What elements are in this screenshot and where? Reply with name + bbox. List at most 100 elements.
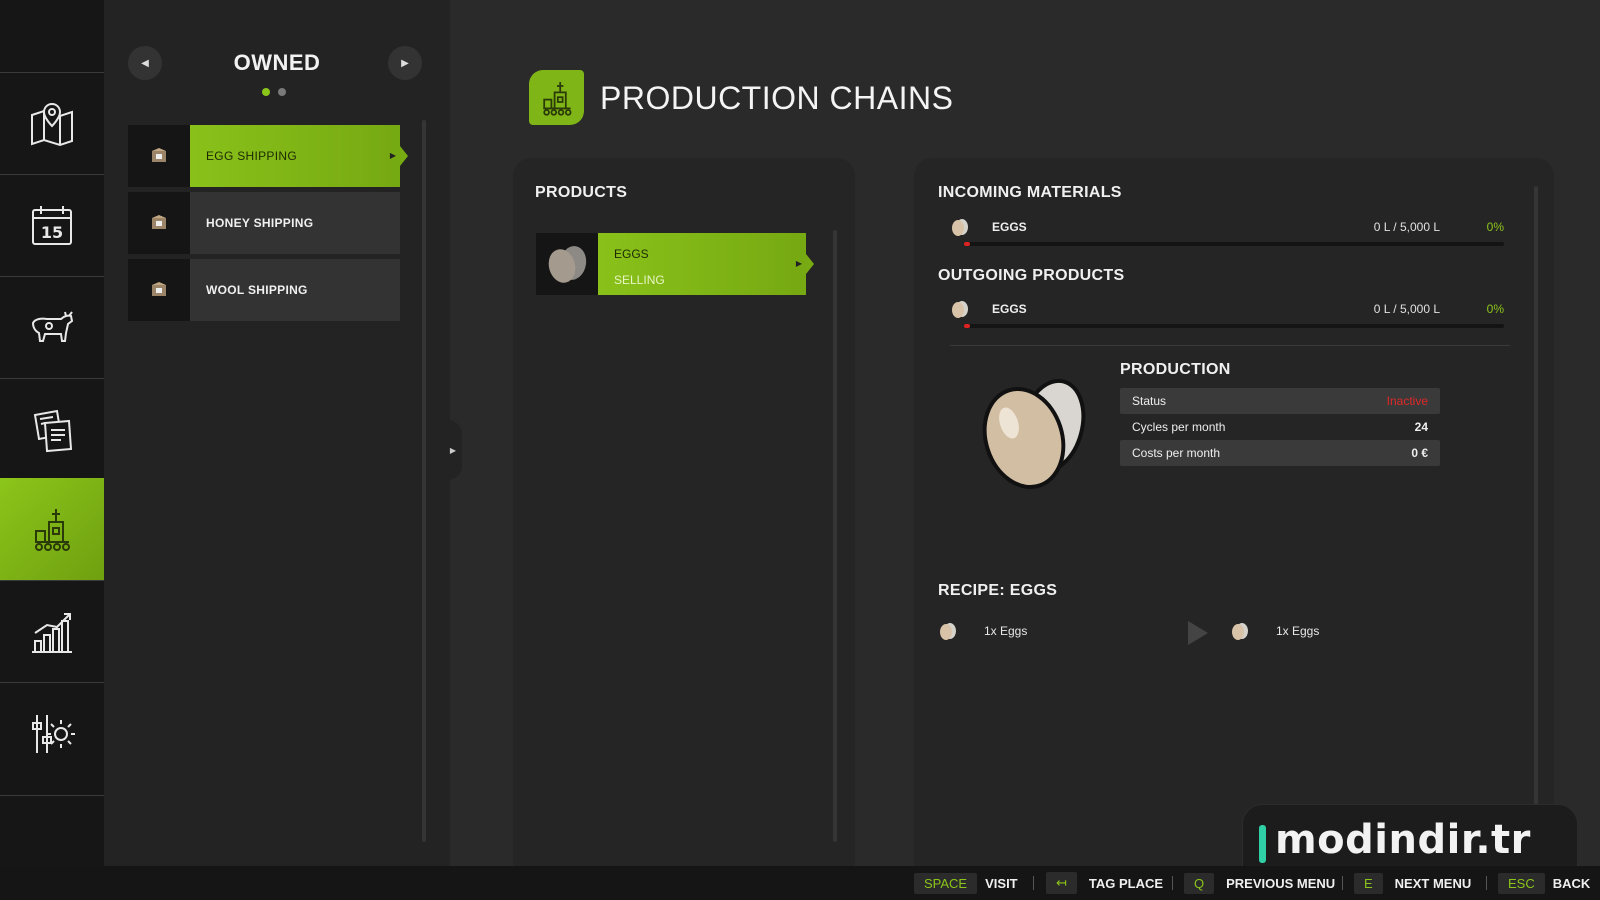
cow-icon xyxy=(31,310,74,342)
stat-row-status: Status Inactive xyxy=(1120,388,1440,414)
arrow-right-icon: ▶ xyxy=(795,259,802,268)
nav-settings[interactable] xyxy=(0,682,104,784)
nav-map[interactable] xyxy=(0,72,104,174)
fill-level xyxy=(964,242,971,246)
documents-icon xyxy=(33,409,73,452)
list-item-wool-shipping[interactable]: WOOL SHIPPING xyxy=(128,259,400,321)
eggs-large-icon xyxy=(982,378,1086,489)
product-name: EGGS xyxy=(614,247,649,261)
list-item-label: HONEY SHIPPING xyxy=(206,216,314,230)
hint-next-menu[interactable]: E NEXT MENU xyxy=(1354,872,1471,894)
nav-statistics[interactable] xyxy=(0,580,104,682)
hint-tag-place[interactable]: ↤ TAG PLACE xyxy=(1046,872,1163,894)
input-hints-bar: SPACE VISIT ↤ TAG PLACE Q PREVIOUS MENU … xyxy=(0,866,1600,900)
key-label: SPACE xyxy=(914,872,978,894)
arrow-right-icon: ▶ xyxy=(401,57,409,69)
egg-icon xyxy=(952,301,968,318)
factory-conveyor-icon xyxy=(542,81,571,116)
factory-conveyor-icon xyxy=(35,509,70,551)
production-chains-badge xyxy=(529,70,584,125)
arrow-right-icon: ▶ xyxy=(449,445,457,455)
product-name: EGGS xyxy=(992,302,1027,316)
collapse-panel-button[interactable]: ▶ xyxy=(444,420,462,480)
rail-divider xyxy=(0,795,104,796)
product-status: SELLING xyxy=(614,273,665,287)
production-heading: PRODUCTION xyxy=(1120,361,1231,378)
page-indicator xyxy=(262,88,286,96)
fill-level xyxy=(964,324,971,328)
product-thumbnail xyxy=(536,233,598,295)
product-amount: 0 L / 5,000 L xyxy=(1373,302,1440,316)
products-panel: PRODUCTS EGGS SELLING ▶ xyxy=(513,158,855,866)
product-percent: 0% xyxy=(1486,302,1504,316)
material-percent: 0% xyxy=(1486,220,1504,234)
products-scrollbar[interactable] xyxy=(833,230,837,842)
key-label: ESC xyxy=(1498,872,1545,894)
nav-calendar[interactable]: 15 xyxy=(0,174,104,276)
next-page-button[interactable]: ▶ xyxy=(388,46,422,80)
material-name: EGGS xyxy=(992,220,1027,234)
side-navigation: 15 xyxy=(0,0,113,866)
status-value: Inactive xyxy=(1386,394,1428,408)
products-heading: PRODUCTS xyxy=(535,184,628,201)
owned-scrollbar[interactable] xyxy=(422,120,426,842)
incoming-materials-heading: INCOMING MATERIALS xyxy=(938,184,1122,201)
arrow-right-icon: ▶ xyxy=(389,151,396,160)
section-divider xyxy=(950,345,1510,346)
item-thumbnail xyxy=(128,259,190,321)
list-item-label: EGG SHIPPING xyxy=(206,149,297,163)
action-label: PREVIOUS MENU xyxy=(1226,875,1336,891)
watermark-text: modindir.tr xyxy=(1275,817,1531,863)
map-icon xyxy=(31,102,73,146)
production-stats-table: Status Inactive Cycles per month 24 Cost… xyxy=(1120,388,1440,466)
recipe-input: 1x Eggs xyxy=(984,624,1028,638)
material-fill-bar xyxy=(964,242,1504,246)
hint-separator xyxy=(1172,876,1173,890)
product-fill-bar xyxy=(964,324,1504,328)
item-thumbnail xyxy=(128,192,190,254)
costs-value: 0 € xyxy=(1411,446,1428,460)
details-scrollbar[interactable] xyxy=(1534,186,1538,806)
hint-back[interactable]: ESC BACK xyxy=(1498,872,1590,894)
action-label: TAG PLACE xyxy=(1088,875,1164,891)
stat-row-costs: Costs per month 0 € xyxy=(1120,440,1440,466)
calendar-icon: 15 xyxy=(32,205,72,245)
watermark-accent xyxy=(1259,825,1266,863)
nav-contracts[interactable] xyxy=(0,378,104,480)
hint-separator xyxy=(1342,876,1343,890)
bar-chart-icon xyxy=(32,612,72,653)
key-label: ↤ xyxy=(1046,872,1077,894)
stat-label: Status xyxy=(1132,394,1167,408)
stat-row-cycles: Cycles per month 24 xyxy=(1120,414,1440,440)
stat-label: Cycles per month xyxy=(1132,420,1226,434)
list-item-egg-shipping[interactable]: EGG SHIPPING ▶ xyxy=(128,125,408,187)
nav-animals[interactable] xyxy=(0,276,104,378)
nav-production[interactable] xyxy=(0,478,113,580)
hint-separator xyxy=(1033,876,1034,890)
page-title: PRODUCTION CHAINS xyxy=(600,80,954,116)
material-amount: 0 L / 5,000 L xyxy=(1373,220,1440,234)
product-item-eggs[interactable]: EGGS SELLING ▶ xyxy=(536,233,814,295)
svg-text:15: 15 xyxy=(41,223,63,242)
settings-sliders-icon xyxy=(32,714,75,753)
page-dot-1[interactable] xyxy=(262,88,270,96)
hint-previous-menu[interactable]: Q PREVIOUS MENU xyxy=(1184,872,1335,894)
crate-icon xyxy=(152,148,166,162)
outgoing-product-row: EGGS 0 L / 5,000 L 0% xyxy=(950,298,1510,328)
outgoing-products-heading: OUTGOING PRODUCTS xyxy=(938,267,1125,284)
action-label: VISIT xyxy=(985,875,1018,891)
item-thumbnail xyxy=(128,125,190,187)
eggs-icon xyxy=(548,246,587,283)
recipe-output: 1x Eggs xyxy=(1276,624,1320,638)
list-item-honey-shipping[interactable]: HONEY SHIPPING xyxy=(128,192,400,254)
hint-visit[interactable]: SPACE VISIT xyxy=(914,872,1018,894)
list-item-label: WOOL SHIPPING xyxy=(206,283,308,297)
details-panel: INCOMING MATERIALS EGGS 0 L / 5,000 L 0%… xyxy=(914,158,1554,866)
recipe-row: 1x Eggs 1x Eggs xyxy=(938,618,1498,646)
arrow-right-icon xyxy=(1188,621,1208,645)
page-dot-2[interactable] xyxy=(278,88,286,96)
hint-separator xyxy=(1486,876,1487,890)
key-label: Q xyxy=(1184,872,1215,894)
egg-icon xyxy=(940,623,956,640)
incoming-material-row: EGGS 0 L / 5,000 L 0% xyxy=(950,216,1510,246)
